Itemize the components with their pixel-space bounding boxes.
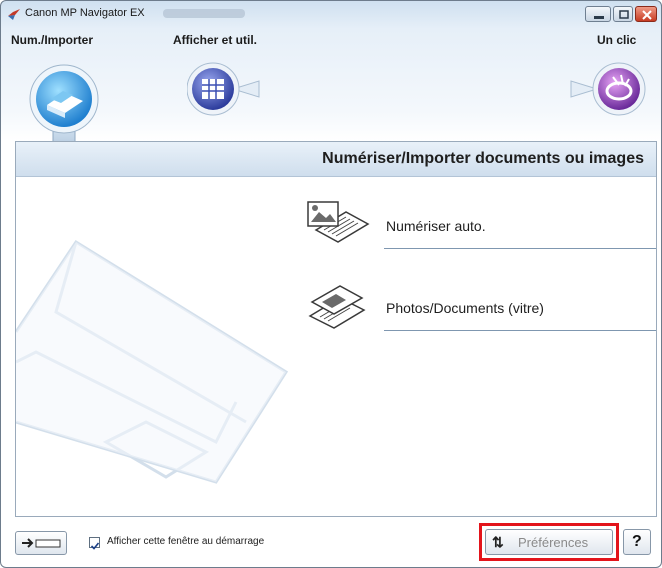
content-title: Numériser/Importer documents ou images [322,150,644,167]
maximize-icon [619,10,629,19]
blurred-title-suffix [163,9,245,18]
preferences-label: Préférences [518,535,589,550]
content-banner: Numériser/Importer documents ou images [16,142,656,177]
preferences-button[interactable]: ⇅ Préférences [485,529,613,555]
grid-view-icon [187,62,260,116]
auto-scan-item[interactable]: Numériser auto. [296,198,656,258]
auto-scan-divider [384,248,656,249]
footer-bar: Afficher cette fenêtre au démarrage ⇅ Pr… [1,517,661,567]
background-scanner-illustration [16,239,289,484]
content-panel: Numériser/Importer documents ou images N… [15,141,657,517]
help-button[interactable]: ? [623,529,651,555]
mode-view-use-label: Afficher et util. [173,33,258,47]
startup-checkbox-label: Afficher cette fenêtre au démarrage [107,536,265,547]
switch-window-button[interactable] [15,531,67,555]
auto-scan-icon [307,201,370,243]
help-label: ? [632,533,642,550]
checkmark-icon [90,542,100,550]
maximize-button[interactable] [613,6,633,22]
mode-one-click-label: Un clic [597,33,637,47]
close-button[interactable] [635,6,657,22]
app-logo-icon [8,9,20,20]
startup-checkbox[interactable] [89,537,100,550]
close-icon [642,10,652,20]
photos-documents-label: Photos/Documents (vitre) [386,300,544,316]
app-window: Canon MP Navigator EX Num./Importer Affi… [0,0,662,568]
one-click-icon [570,62,646,116]
platen-scan-icon [308,285,366,329]
preferences-icon: ⇅ [492,534,504,550]
window-title: Canon MP Navigator EX [25,7,145,19]
arrow-switch-icon [22,538,61,548]
minimize-icon [594,16,604,19]
mode-scan-import-label: Num./Importer [11,33,94,47]
auto-scan-label: Numériser auto. [386,218,486,234]
minimize-button[interactable] [585,6,611,22]
title-bar[interactable]: Canon MP Navigator EX [1,1,661,27]
photos-documents-item[interactable]: Photos/Documents (vitre) [296,280,656,340]
photos-documents-divider [384,330,656,331]
